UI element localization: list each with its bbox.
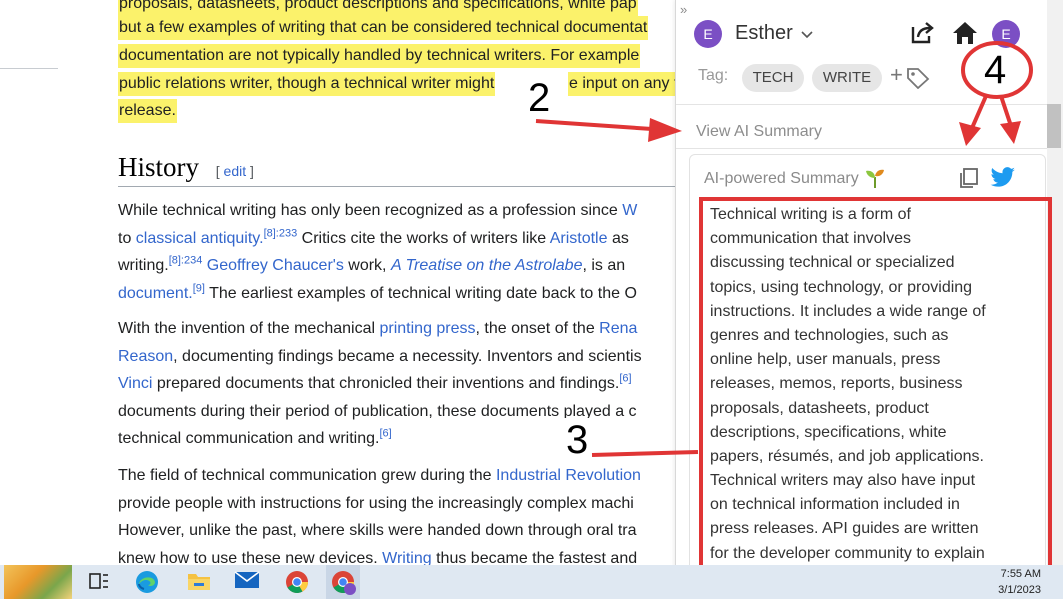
annotation-arrow-2 (535, 119, 653, 131)
annotation-arrowhead-4a (959, 122, 981, 146)
task-view-icon[interactable] (86, 569, 114, 595)
system-clock[interactable]: 7:55 AM 3/1/2023 (998, 566, 1041, 598)
annotation-arrow-4b (999, 95, 1013, 127)
windows-taskbar: 7:55 AM 3/1/2023 (0, 565, 1063, 599)
start-flower-icon[interactable] (4, 565, 72, 599)
chrome-icon[interactable] (284, 569, 312, 595)
chrome-profile-active-icon[interactable] (326, 565, 360, 599)
annotation-arrowhead-4b (1000, 121, 1021, 144)
annotation-arrowhead-2 (648, 118, 682, 142)
annotation-overlay (535, 41, 1033, 457)
edge-browser-icon[interactable] (134, 569, 162, 595)
annotation-arrow-4a (970, 95, 988, 129)
clock-date: 3/1/2023 (998, 584, 1041, 596)
mail-icon[interactable] (234, 569, 262, 595)
file-explorer-icon[interactable] (186, 569, 214, 595)
annotation-number-4: 4 (984, 48, 1007, 92)
clock-time: 7:55 AM (1000, 568, 1041, 580)
annotation-line-3 (591, 450, 699, 457)
